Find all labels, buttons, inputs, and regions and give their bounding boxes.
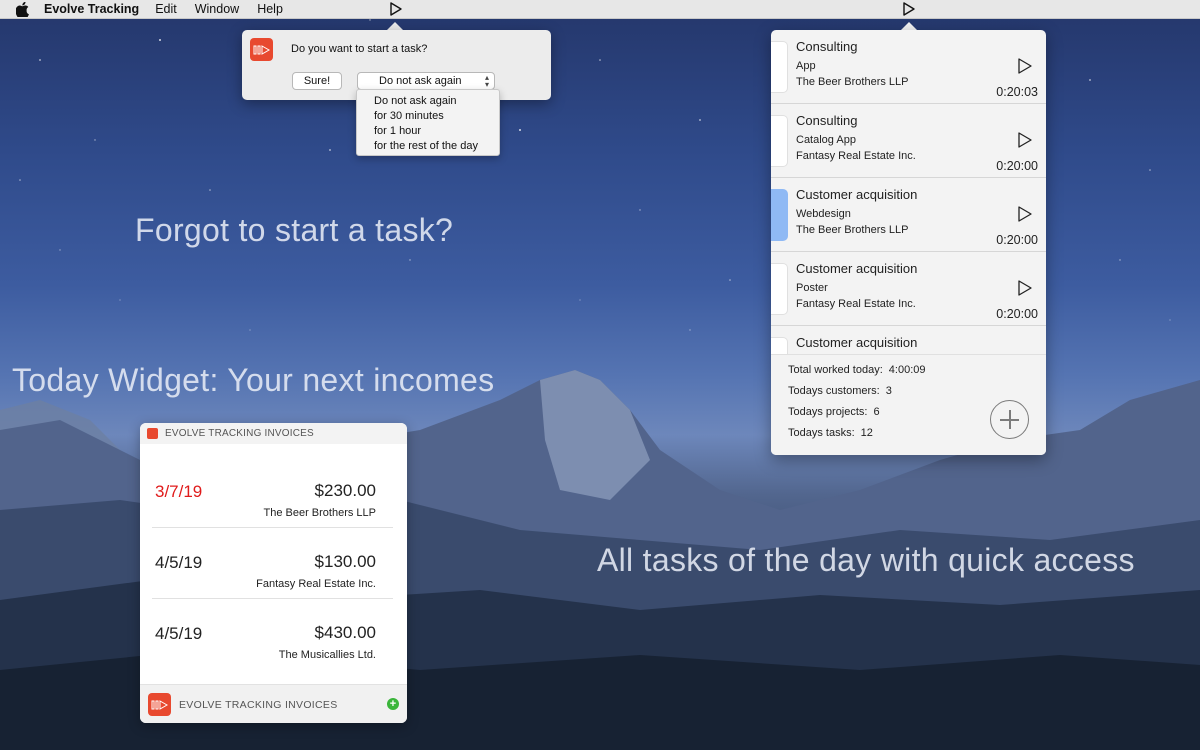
task-status-marker xyxy=(771,115,788,167)
apple-logo-icon[interactable] xyxy=(16,1,32,17)
task-project: App xyxy=(796,60,816,72)
task-time: 0:20:00 xyxy=(996,307,1038,321)
task-client: Fantasy Real Estate Inc. xyxy=(796,150,916,162)
invoice-row[interactable]: 4/5/19 $130.00 Fantasy Real Estate Inc. xyxy=(152,528,393,599)
task-time: 0:20:03 xyxy=(996,85,1038,99)
caption-today-widget: Today Widget: Your next incomes xyxy=(12,362,495,398)
invoice-amount: $430.00 xyxy=(314,623,376,642)
task-name: Customer acquisition xyxy=(796,187,918,202)
app-logo-icon[interactable] xyxy=(148,693,171,716)
task-client: The Beer Brothers LLP xyxy=(796,76,909,88)
sure-button[interactable]: Sure! xyxy=(292,72,342,90)
add-task-button[interactable] xyxy=(990,400,1029,439)
widget-footer: EVOLVE TRACKING INVOICES + xyxy=(140,684,407,723)
invoice-amount: $130.00 xyxy=(314,552,376,571)
menu-edit[interactable]: Edit xyxy=(155,2,177,16)
tasks-panel: Consulting App The Beer Brothers LLP 0:2… xyxy=(771,30,1046,455)
ask-again-select-value: Do not ask again xyxy=(379,75,462,87)
daily-summary: Total worked today: 4:00:09 Todays custom… xyxy=(771,354,1046,455)
invoice-date: 4/5/19 xyxy=(155,624,203,643)
play-icon[interactable] xyxy=(1017,58,1033,79)
chevron-up-down-icon: ▴ ▾ xyxy=(484,73,489,89)
task-row[interactable]: Customer acquisition Poster Fantasy Real… xyxy=(771,252,1046,326)
menu-window[interactable]: Window xyxy=(195,2,239,16)
ask-again-select[interactable]: Do not ask again ▴ ▾ xyxy=(357,72,495,90)
task-client: Fantasy Real Estate Inc. xyxy=(796,298,916,310)
task-time: 0:20:00 xyxy=(996,233,1038,247)
play-icon[interactable] xyxy=(1017,206,1033,227)
app-name-menu[interactable]: Evolve Tracking xyxy=(44,2,139,16)
task-project: Webdesign xyxy=(796,208,851,220)
task-name: Consulting xyxy=(796,113,858,128)
play-icon[interactable] xyxy=(1017,132,1033,153)
play-icon[interactable] xyxy=(388,1,404,20)
invoice-amount: $230.00 xyxy=(314,481,376,500)
invoice-date: 4/5/19 xyxy=(155,553,203,572)
invoice-date: 3/7/19 xyxy=(155,482,203,501)
dropdown-option-rest-of-day[interactable]: for the rest of the day xyxy=(357,139,499,154)
invoice-row[interactable]: 3/7/19 $230.00 The Beer Brothers LLP xyxy=(152,457,393,528)
task-client: The Beer Brothers LLP xyxy=(796,224,909,236)
task-status-marker-active xyxy=(771,189,788,241)
task-time: 0:20:00 xyxy=(996,159,1038,173)
task-project: Poster xyxy=(796,282,828,294)
summary-tasks: Todays tasks: 12 xyxy=(788,427,873,439)
task-status-marker xyxy=(771,263,788,315)
dropdown-option-do-not-ask[interactable]: Do not ask again xyxy=(357,94,499,109)
invoice-client: Fantasy Real Estate Inc. xyxy=(256,578,376,590)
summary-worked-label: Total worked today: xyxy=(788,364,883,376)
summary-worked: Total worked today: 4:00:09 xyxy=(788,364,925,376)
ask-again-dropdown: Do not ask again for 30 minutes for 1 ho… xyxy=(356,89,500,156)
widget-header-title: EVOLVE TRACKING INVOICES xyxy=(165,428,314,439)
task-row[interactable]: Consulting Catalog App Fantasy Real Esta… xyxy=(771,104,1046,178)
summary-customers-label: Todays customers: xyxy=(788,385,880,397)
task-name: Consulting xyxy=(796,39,858,54)
summary-projects-label: Todays projects: xyxy=(788,406,868,418)
add-icon[interactable]: + xyxy=(387,698,399,710)
caption-all-tasks: All tasks of the day with quick access xyxy=(597,542,1135,578)
task-row[interactable]: Customer acquisition Webdesign The Beer … xyxy=(771,178,1046,252)
dropdown-option-30-minutes[interactable]: for 30 minutes xyxy=(357,109,499,124)
menu-bar: Evolve Tracking Edit Window Help xyxy=(0,0,1200,19)
widget-footer-title: EVOLVE TRACKING INVOICES xyxy=(179,699,338,711)
prompt-question: Do you want to start a task? xyxy=(291,43,428,55)
task-name: Customer acquisition xyxy=(796,261,918,276)
app-logo-icon xyxy=(250,38,273,61)
invoice-client: The Musicallies Ltd. xyxy=(278,649,376,661)
summary-tasks-label: Todays tasks: xyxy=(788,427,855,439)
summary-customers: Todays customers: 3 xyxy=(788,385,892,397)
play-icon[interactable] xyxy=(1017,280,1033,301)
summary-worked-value: 4:00:09 xyxy=(888,364,926,376)
task-project: Catalog App xyxy=(796,134,856,146)
dropdown-option-1-hour[interactable]: for 1 hour xyxy=(357,124,499,139)
invoice-client: The Beer Brothers LLP xyxy=(263,507,376,519)
summary-customers-value: 3 xyxy=(885,385,892,397)
summary-projects: Todays projects: 6 xyxy=(788,406,880,418)
summary-tasks-value: 12 xyxy=(860,427,873,439)
caption-forgot-task: Forgot to start a task? xyxy=(135,212,454,248)
task-status-marker xyxy=(771,41,788,93)
menu-help[interactable]: Help xyxy=(257,2,283,16)
play-icon[interactable] xyxy=(901,1,917,20)
task-name: Customer acquisition xyxy=(796,335,918,350)
summary-projects-value: 6 xyxy=(873,406,880,418)
invoices-widget: EVOLVE TRACKING INVOICES 3/7/19 $230.00 … xyxy=(140,423,407,723)
app-logo-icon xyxy=(147,428,158,439)
widget-header: EVOLVE TRACKING INVOICES xyxy=(140,423,407,444)
task-row[interactable]: Consulting App The Beer Brothers LLP 0:2… xyxy=(771,30,1046,104)
invoice-row[interactable]: 4/5/19 $430.00 The Musicallies Ltd. xyxy=(152,599,393,670)
